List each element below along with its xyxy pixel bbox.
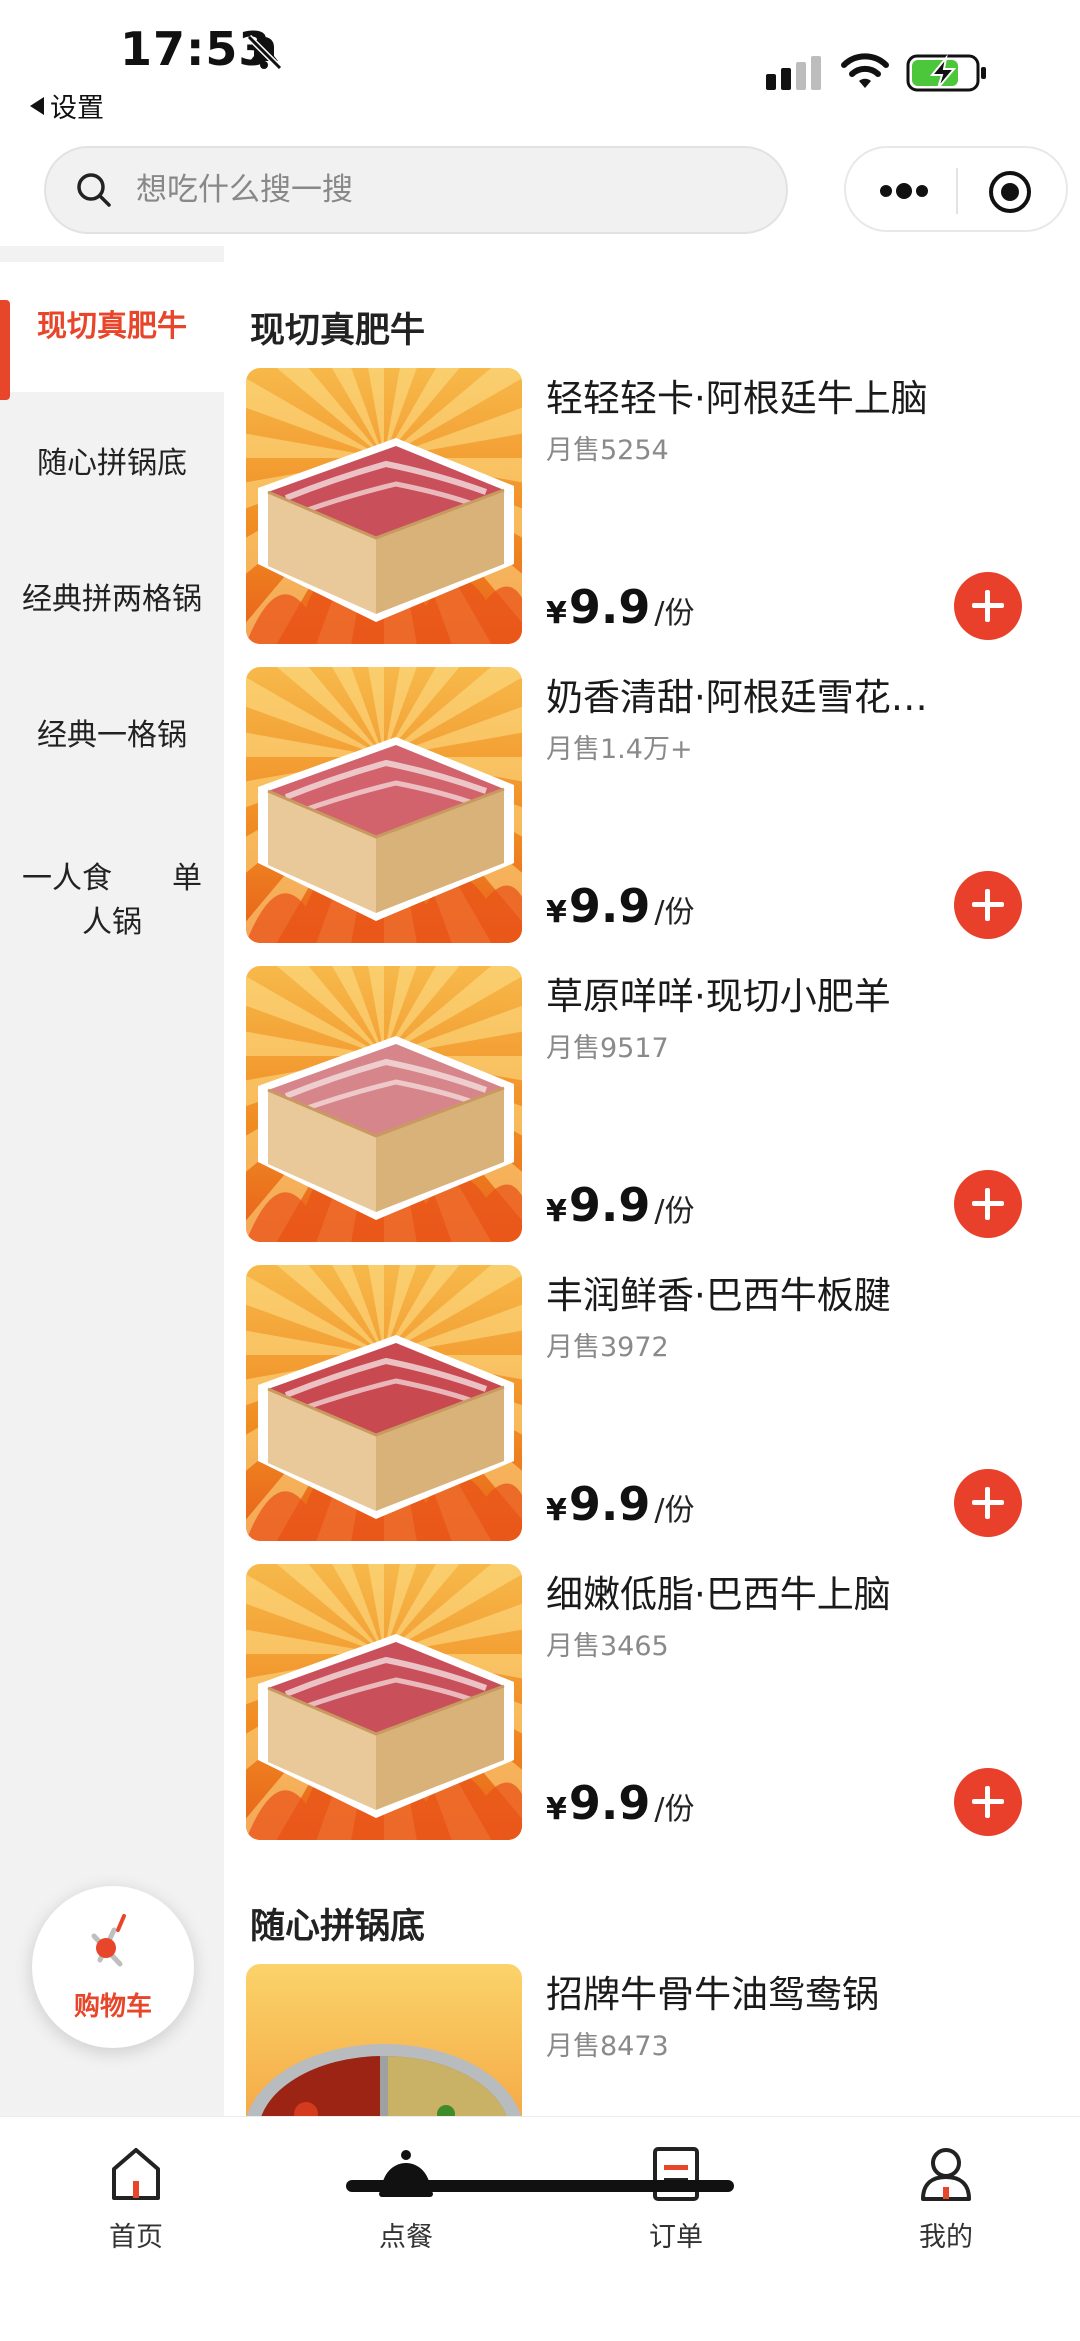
sidebar-item-label: 随心拼锅底	[37, 446, 187, 481]
cart-button[interactable]: 购物车	[32, 1886, 194, 2048]
price-unit: /份	[654, 1792, 695, 1827]
sidebar-item-solo-meal[interactable]: 一人食 单人锅	[0, 816, 224, 986]
menu-item[interactable]: 奶香清甜·阿根廷雪花… 月售1.4万+ ¥ 9.9 /份	[246, 667, 1066, 947]
section-title: 现切真肥牛	[250, 311, 426, 351]
order-icon	[653, 2147, 699, 2201]
dish-name: 轻轻轻卡·阿根廷牛上脑	[546, 377, 928, 420]
menu-list: 现切真肥牛 轻轻轻卡·阿根廷牛上脑 月售5254 ¥ 9.9 /份 奶香清甜·阿…	[224, 246, 1080, 2116]
menu-item[interactable]: 丰润鲜香·巴西牛板腱 月售3972 ¥ 9.9 /份	[246, 1265, 1066, 1545]
add-to-cart-button[interactable]	[954, 1768, 1022, 1836]
price-currency: ¥	[546, 1493, 567, 1528]
price-value: 9.9	[568, 1178, 651, 1232]
capsule-divider	[956, 168, 958, 214]
price-unit: /份	[654, 596, 695, 631]
dish-price: ¥ 9.9 /份	[546, 879, 694, 933]
price-currency: ¥	[546, 1792, 567, 1827]
add-to-cart-button[interactable]	[954, 1469, 1022, 1537]
monthly-sales: 月售9517	[546, 1033, 669, 1064]
dish-price: ¥ 9.9 /份	[546, 1776, 694, 1830]
tab-label: 点餐	[379, 2222, 433, 2253]
profile-icon	[921, 2148, 971, 2201]
header	[0, 140, 1080, 246]
dish-name: 丰润鲜香·巴西牛板腱	[546, 1274, 891, 1317]
dish-name: 奶香清甜·阿根廷雪花…	[546, 676, 928, 719]
bell-muted-icon	[246, 34, 283, 71]
back-settings-label: 设置	[50, 93, 104, 124]
tab-profile[interactable]: 我的	[866, 2131, 1026, 2261]
home-indicator	[346, 2180, 734, 2192]
add-to-cart-button[interactable]	[954, 1170, 1022, 1238]
add-to-cart-button[interactable]	[954, 572, 1022, 640]
cart-icon	[91, 1914, 126, 1967]
dish-image	[246, 667, 522, 943]
tab-order-food[interactable]: 点餐	[326, 2131, 486, 2261]
monthly-sales: 月售5254	[546, 435, 669, 466]
price-unit: /份	[654, 895, 695, 930]
mini-program-capsule	[844, 146, 1068, 232]
back-to-settings-link[interactable]: 设置	[30, 86, 104, 125]
dish-price: ¥ 9.9 /份	[546, 1178, 694, 1232]
category-sidebar: 现切真肥牛 随心拼锅底 经典拼两格锅 经典一格锅 一人食 单人锅	[0, 246, 224, 2116]
tab-label: 订单	[649, 2222, 703, 2253]
sidebar-item-label: 现切真肥牛	[37, 309, 187, 344]
dish-image	[246, 1564, 522, 1840]
tab-home[interactable]: 首页	[56, 2131, 216, 2261]
sidebar-item-double-pot[interactable]: 经典拼两格锅	[0, 532, 224, 668]
menu-item[interactable]: 招牌牛骨牛油鸳鸯锅 月售8473	[246, 1964, 1066, 2116]
price-value: 9.9	[568, 580, 651, 634]
dish-image	[246, 966, 522, 1242]
sidebar-item-single-pot[interactable]: 经典一格锅	[0, 668, 224, 804]
search-icon	[77, 173, 111, 207]
cellular-signal-icon	[766, 56, 821, 90]
status-bar: 17:53 设置	[0, 0, 1080, 140]
dish-price: ¥ 9.9 /份	[546, 1477, 694, 1531]
wifi-icon	[841, 53, 889, 88]
price-currency: ¥	[546, 1194, 567, 1229]
search-input[interactable]	[136, 172, 696, 208]
search-bar[interactable]	[44, 146, 788, 234]
sidebar-item-soup-base[interactable]: 随心拼锅底	[0, 396, 224, 532]
bottom-tab-bar: 首页 点餐 订单 我的	[0, 2116, 1080, 2341]
dish-image	[246, 1265, 522, 1541]
monthly-sales: 月售3972	[546, 1332, 669, 1363]
sidebar-item-fresh-beef[interactable]: 现切真肥牛	[0, 262, 224, 400]
price-unit: /份	[654, 1194, 695, 1229]
price-value: 9.9	[568, 1477, 651, 1531]
tab-label: 首页	[109, 2222, 163, 2253]
dish-image	[246, 368, 522, 644]
monthly-sales: 月售3465	[546, 1631, 669, 1662]
price-value: 9.9	[568, 1776, 651, 1830]
menu-item[interactable]: 轻轻轻卡·阿根廷牛上脑 月售5254 ¥ 9.9 /份	[246, 368, 1066, 648]
price-currency: ¥	[546, 895, 567, 930]
more-options-icon[interactable]	[874, 168, 934, 214]
dish-name: 草原咩咩·现切小肥羊	[546, 975, 891, 1018]
dish-price: ¥ 9.9 /份	[546, 580, 694, 634]
cloche-icon	[379, 2150, 433, 2197]
sidebar-item-label: 经典拼两格锅	[22, 582, 202, 617]
price-value: 9.9	[568, 879, 651, 933]
sidebar-item-label: 一人食 单人锅	[22, 861, 202, 940]
menu-item[interactable]: 草原咩咩·现切小肥羊 月售9517 ¥ 9.9 /份	[246, 966, 1066, 1246]
menu-item[interactable]: 细嫩低脂·巴西牛上脑 月售3465 ¥ 9.9 /份	[246, 1564, 1066, 1844]
section-title: 随心拼锅底	[250, 1907, 426, 1947]
price-unit: /份	[654, 1493, 695, 1528]
hotpot-image	[246, 1964, 522, 2116]
back-arrow-icon	[30, 96, 44, 115]
dish-name: 招牌牛骨牛油鸳鸯锅	[546, 1973, 879, 2016]
close-mini-program-icon[interactable]	[986, 168, 1034, 216]
battery-charging-icon	[906, 54, 986, 92]
monthly-sales: 月售1.4万+	[546, 734, 693, 765]
sidebar-item-label: 经典一格锅	[37, 718, 187, 753]
cart-label: 购物车	[73, 1992, 152, 2022]
tab-label: 我的	[919, 2222, 973, 2253]
home-icon	[112, 2148, 160, 2200]
tab-orders[interactable]: 订单	[596, 2131, 756, 2261]
dish-name: 细嫩低脂·巴西牛上脑	[546, 1573, 891, 1616]
add-to-cart-button[interactable]	[954, 871, 1022, 939]
price-currency: ¥	[546, 596, 567, 631]
monthly-sales: 月售8473	[546, 2031, 669, 2062]
